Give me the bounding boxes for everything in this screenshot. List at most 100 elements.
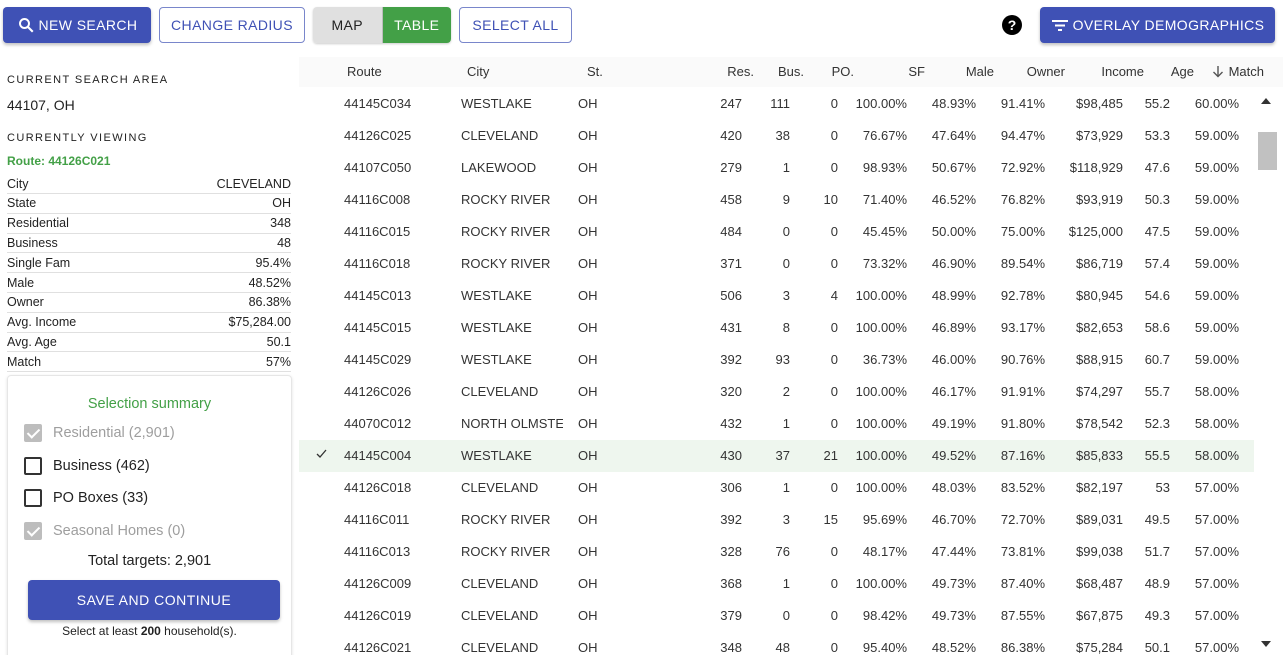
cell-income: $68,487 [1076,576,1123,591]
detail-row: Match 57% [7,352,291,373]
cell-age: 60.7 [1144,352,1170,367]
cell-match: 59.00% [1194,288,1239,303]
cell-route: 44145C013 [344,288,412,303]
cell-income: $118,929 [1069,160,1123,175]
table-row[interactable]: 44145C015 WESTLAKE OH 431 8 0 100.00% 46.89% 93.… [299,312,1254,344]
scroll-up-icon[interactable] [1261,98,1271,104]
cell-po: 0 [830,96,838,111]
overlay-demographics-button[interactable]: OVERLAY DEMOGRAPHICS [1040,7,1275,43]
scrollbar-track[interactable] [1254,87,1283,655]
cell-po: 10 [823,192,838,207]
column-header-label: Res. [727,64,754,79]
new-search-button[interactable]: NEW SEARCH [3,7,151,43]
minimum-hint: Select at least 200 household(s). [8,624,291,638]
cell-city: ROCKY RIVER [461,256,551,271]
cell-res: 379 [720,608,742,623]
cell-po: 0 [830,544,838,559]
map-view-button[interactable]: MAP [313,7,383,43]
target-option[interactable]: PO Boxes (33) [24,489,148,507]
cell-age: 55.7 [1144,384,1170,399]
target-option[interactable]: Business (462) [24,456,150,475]
help-icon[interactable]: ? [1002,15,1022,35]
table-row[interactable]: 44107C050 LAKEWOOD OH 279 1 0 98.93% 50.67% 72.9… [299,152,1254,184]
cell-st: OH [578,544,598,559]
table-row[interactable]: 44126C026 CLEVELAND OH 320 2 0 100.00% 46.17% 91… [299,376,1254,408]
cell-age: 49.5 [1144,512,1170,527]
column-header-bus[interactable]: Bus. [778,64,804,79]
cell-age: 47.5 [1144,224,1170,239]
table-row[interactable]: 44145C013 WESTLAKE OH 506 3 4 100.00% 48.99% 92.… [299,280,1254,312]
detail-key: Avg. Income [7,315,77,330]
cell-route: 44116C015 [344,224,411,239]
cell-route: 44107C050 [344,160,412,175]
table-row[interactable]: 44126C009 CLEVELAND OH 368 1 0 100.00% 49.73% 87… [299,568,1254,600]
cell-po: 15 [823,512,838,527]
select-all-button[interactable]: SELECT ALL [459,7,572,43]
table-row[interactable]: 44116C013 ROCKY RIVER OH 328 76 0 48.17% 47.44%… [299,536,1254,568]
table-row[interactable]: 44145C029 WESTLAKE OH 392 93 0 36.73% 46.00% 90.… [299,344,1254,376]
option-label: Business (462) [53,457,150,474]
cell-owner: 91.41% [1000,96,1045,111]
cell-age: 49.3 [1144,608,1170,623]
cell-owner: 86.38% [1000,640,1045,655]
current-route: Route: 44126C021 [7,154,111,168]
column-header-route[interactable]: Route [347,64,382,79]
detail-row: Single Fam 95.4% [7,253,291,274]
column-header-po[interactable]: PO. [832,64,854,79]
cell-sf: 98.42% [862,608,907,623]
cell-bus: 9 [782,192,790,207]
scroll-down-icon[interactable] [1261,641,1271,647]
table-row[interactable]: 44116C015 ROCKY RIVER OH 484 0 0 45.45% 50.00% 7… [299,216,1254,248]
table-row[interactable]: 44126C018 CLEVELAND OH 306 1 0 100.00% 48.03% 83… [299,472,1254,504]
detail-value: 48.52% [248,275,291,290]
cell-bus: 37 [775,448,790,463]
table-row[interactable]: 44145C004 WESTLAKE OH 430 37 21 100.00% 49.52% 8… [299,440,1254,472]
cell-city: WESTLAKE [461,320,532,335]
viewing-heading: CURRENTLY VIEWING [7,132,148,144]
cell-res: 420 [720,128,742,143]
cell-age: 51.7 [1144,544,1170,559]
cell-st: OH [578,576,598,591]
column-header-st[interactable]: St. [587,64,603,79]
cell-city: WESTLAKE [461,448,532,463]
cell-age: 53 [1155,480,1170,495]
scrollbar-thumb[interactable] [1258,132,1277,170]
table-row[interactable]: 44126C025 CLEVELAND OH 420 38 0 76.67% 47.64% 94… [299,120,1254,152]
table-row[interactable]: 44116C011 ROCKY RIVER OH 392 3 15 95.69% 46.70%… [299,504,1254,536]
cell-city: WESTLAKE [461,96,532,111]
cell-income: $93,919 [1076,192,1123,207]
cell-sf: 100.00% [855,448,907,463]
cell-res: 430 [720,448,742,463]
save-and-continue-button[interactable]: SAVE AND CONTINUE [28,580,280,620]
table-row[interactable]: 44145C034 WESTLAKE OH 247 111 0 100.00% 48.93% 9… [299,88,1254,120]
cell-st: OH [578,128,598,143]
cell-income: $99,038 [1076,544,1123,559]
cell-match: 57.00% [1194,640,1239,655]
cell-st: OH [578,192,598,207]
cell-income: $82,197 [1076,480,1123,495]
table-view-button[interactable]: TABLE [382,7,451,43]
cell-sf: 100.00% [855,384,907,399]
checkbox-icon[interactable] [24,456,42,475]
table-row[interactable]: 44126C021 CLEVELAND OH 348 48 0 95.40% 48.52% 86… [299,632,1254,655]
column-header-sf[interactable]: SF [908,64,925,79]
column-header-male[interactable]: Male [966,64,994,79]
cell-bus: 1 [782,160,790,175]
checkbox-icon[interactable] [24,489,42,507]
detail-value: $75,284.00 [228,315,291,330]
change-radius-button[interactable]: CHANGE RADIUS [159,7,305,43]
cell-income: $73,929 [1076,128,1123,143]
table-row[interactable]: 44126C019 CLEVELAND OH 379 0 0 98.42% 49.73% 87.… [299,600,1254,632]
cell-owner: 72.92% [1000,160,1045,175]
column-header-age[interactable]: Age [1171,64,1194,79]
table-row[interactable]: 44070C012 NORTH OLMSTE OH 432 1 0 100.00% 49.19… [299,408,1254,440]
table-row[interactable]: 44116C008 ROCKY RIVER OH 458 9 10 71.40% 46.52%… [299,184,1254,216]
column-header-city[interactable]: City [467,64,489,79]
column-header-match[interactable]: Match [1212,64,1264,79]
view-toggle: MAP TABLE [313,7,451,43]
table-row[interactable]: 44116C018 ROCKY RIVER OH 371 0 0 73.32% 46.90% 8… [299,248,1254,280]
column-header-income[interactable]: Income [1101,64,1144,79]
cell-age: 54.6 [1144,288,1170,303]
column-header-owner[interactable]: Owner [1027,64,1065,79]
column-header-res[interactable]: Res. [727,64,754,79]
